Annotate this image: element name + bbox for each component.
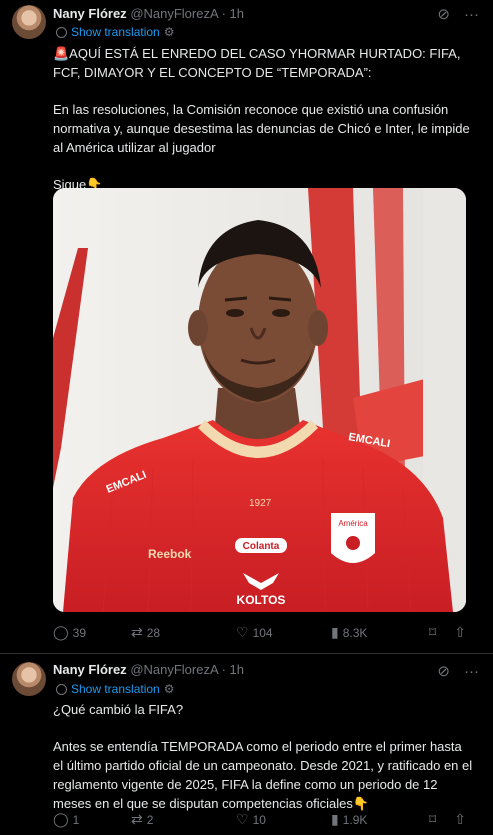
gear-icon[interactable]: ⚙	[164, 25, 175, 39]
reply-button[interactable]: ◯ 39	[53, 624, 131, 641]
tweet-text-paragraph: Antes se entendía TEMPORADA como el peri…	[53, 739, 473, 811]
secondary-actions: ⌑ ⇧	[429, 811, 466, 828]
more-options-icon[interactable]: ···	[464, 6, 479, 23]
bookmark-icon[interactable]: ⌑	[429, 624, 436, 641]
player-photo-illustration: EMCALI EMCALI 1927 América Reebok Colant…	[53, 188, 466, 612]
share-icon[interactable]: ⇧	[454, 811, 466, 828]
show-translation-link[interactable]: Show translation ⚙	[56, 25, 174, 39]
reply-icon: ◯	[53, 811, 69, 827]
repost-icon: ⇄	[131, 624, 143, 640]
chest-sponsor-text: Colanta	[243, 541, 280, 552]
views-button[interactable]: ▮ 1.9K	[331, 811, 429, 828]
tweet-media-photo[interactable]: EMCALI EMCALI 1927 América Reebok Colant…	[53, 188, 466, 612]
views-icon: ▮	[331, 811, 339, 827]
repost-count: 2	[146, 812, 154, 827]
tweet-text: ¿Qué cambió la FIFA? Antes se entendía T…	[53, 700, 473, 813]
like-button[interactable]: ♡ 104	[236, 624, 331, 641]
tweet-1[interactable]: Nany Flórez @NanyFlorezA · 1h ⊘ ··· Show…	[0, 0, 493, 653]
repost-icon: ⇄	[131, 811, 143, 827]
more-options-icon[interactable]: ···	[464, 663, 479, 680]
repost-button[interactable]: ⇄ 2	[131, 811, 236, 828]
show-translation-label[interactable]: Show translation	[71, 682, 160, 696]
globe-icon	[56, 26, 67, 38]
author-handle[interactable]: @NanyFlorezA	[130, 662, 218, 677]
tweet-text-headline: 🚨AQUÍ ESTÁ EL ENREDO DEL CASO YHORMAR HU…	[53, 46, 461, 80]
share-icon[interactable]: ⇧	[454, 624, 466, 641]
views-count: 8.3K	[342, 625, 368, 640]
show-translation-label[interactable]: Show translation	[71, 25, 160, 39]
engagement-bar: ◯ 1 ⇄ 2 ♡ 10 ▮ 1.9K ⌑ ⇧	[53, 811, 483, 828]
grok-icon[interactable]: ⊘	[437, 5, 450, 23]
repost-button[interactable]: ⇄ 28	[131, 624, 236, 641]
avatar[interactable]	[12, 662, 46, 696]
jersey-year-text: 1927	[249, 498, 272, 509]
avatar[interactable]	[12, 5, 46, 39]
crest-text: América	[338, 519, 368, 528]
tweet-top-actions: ⊘ ···	[437, 5, 479, 24]
timestamp[interactable]: 1h	[230, 662, 244, 677]
author-name[interactable]: Nany Flórez	[53, 6, 127, 21]
like-count: 10	[252, 812, 266, 827]
tweet-text-question: ¿Qué cambió la FIFA?	[53, 702, 184, 717]
separator: ·	[221, 662, 226, 677]
tweet-header: Nany Flórez @NanyFlorezA · 1h	[53, 662, 244, 677]
tweet-text: 🚨AQUÍ ESTÁ EL ENREDO DEL CASO YHORMAR HU…	[53, 44, 473, 194]
bookmark-icon[interactable]: ⌑	[429, 811, 436, 828]
author-handle[interactable]: @NanyFlorezA	[130, 6, 218, 21]
tweet-top-actions: ⊘ ···	[437, 662, 479, 681]
brand-text: Reebok	[148, 547, 192, 561]
club-crest: América	[331, 513, 375, 563]
author-name[interactable]: Nany Flórez	[53, 662, 127, 677]
like-button[interactable]: ♡ 10	[236, 811, 331, 828]
secondary-actions: ⌑ ⇧	[429, 624, 466, 641]
separator: ·	[221, 6, 226, 21]
views-button[interactable]: ▮ 8.3K	[331, 624, 429, 641]
views-count: 1.9K	[342, 812, 368, 827]
tweet-header: Nany Flórez @NanyFlorezA · 1h	[53, 6, 244, 21]
reply-icon: ◯	[53, 624, 69, 640]
heart-icon: ♡	[236, 811, 249, 827]
timestamp[interactable]: 1h	[230, 6, 244, 21]
reply-count: 39	[72, 625, 87, 640]
main-sponsor-text: KOLTOS	[237, 593, 286, 607]
tweet-text-paragraph: En las resoluciones, la Comisión reconoc…	[53, 102, 470, 155]
heart-icon: ♡	[236, 624, 249, 640]
grok-icon[interactable]: ⊘	[437, 662, 450, 680]
like-count: 104	[252, 625, 273, 640]
views-icon: ▮	[331, 624, 339, 640]
repost-count: 28	[146, 625, 161, 640]
reply-button[interactable]: ◯ 1	[53, 811, 131, 828]
tweet-2[interactable]: Nany Flórez @NanyFlorezA · 1h ⊘ ··· Show…	[0, 653, 493, 835]
globe-icon	[56, 683, 67, 695]
show-translation-link[interactable]: Show translation ⚙	[56, 682, 174, 696]
gear-icon[interactable]: ⚙	[164, 682, 175, 696]
reply-count: 1	[72, 812, 80, 827]
engagement-bar: ◯ 39 ⇄ 28 ♡ 104 ▮ 8.3K ⌑ ⇧	[53, 624, 483, 641]
